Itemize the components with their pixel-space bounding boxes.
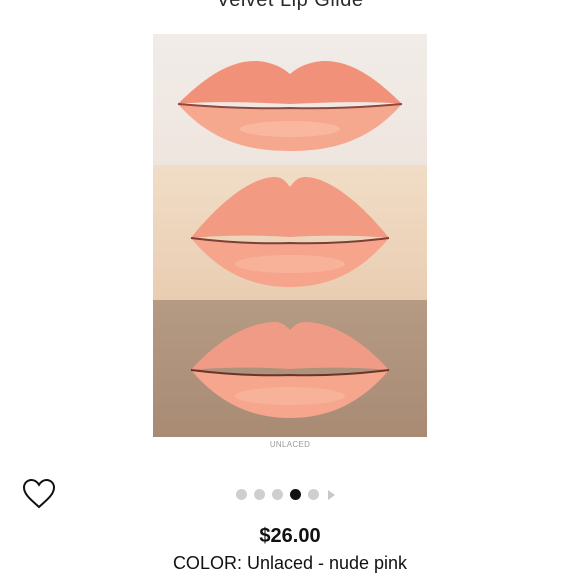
shade-caption: UNLACED	[269, 440, 311, 449]
chevron-right-icon[interactable]	[326, 488, 336, 500]
image-carousel-pagination	[236, 488, 336, 500]
carousel-dot[interactable]	[272, 488, 283, 500]
product-color: COLOR: Unlaced - nude pink	[172, 553, 408, 573]
carousel-dot[interactable]	[236, 488, 247, 500]
heart-outline-icon[interactable]	[22, 478, 56, 510]
swatch-light-skin	[153, 34, 427, 165]
swatch-tan-skin	[153, 300, 427, 437]
carousel-dot[interactable]	[254, 488, 265, 500]
carousel-dot-active[interactable]	[290, 488, 301, 500]
product-image	[153, 34, 427, 437]
carousel-dot[interactable]	[308, 488, 319, 500]
swatch-medium-skin	[153, 165, 427, 300]
product-price: $26.00	[259, 525, 321, 547]
product-title: Velvet Lip Glide	[216, 0, 364, 11]
